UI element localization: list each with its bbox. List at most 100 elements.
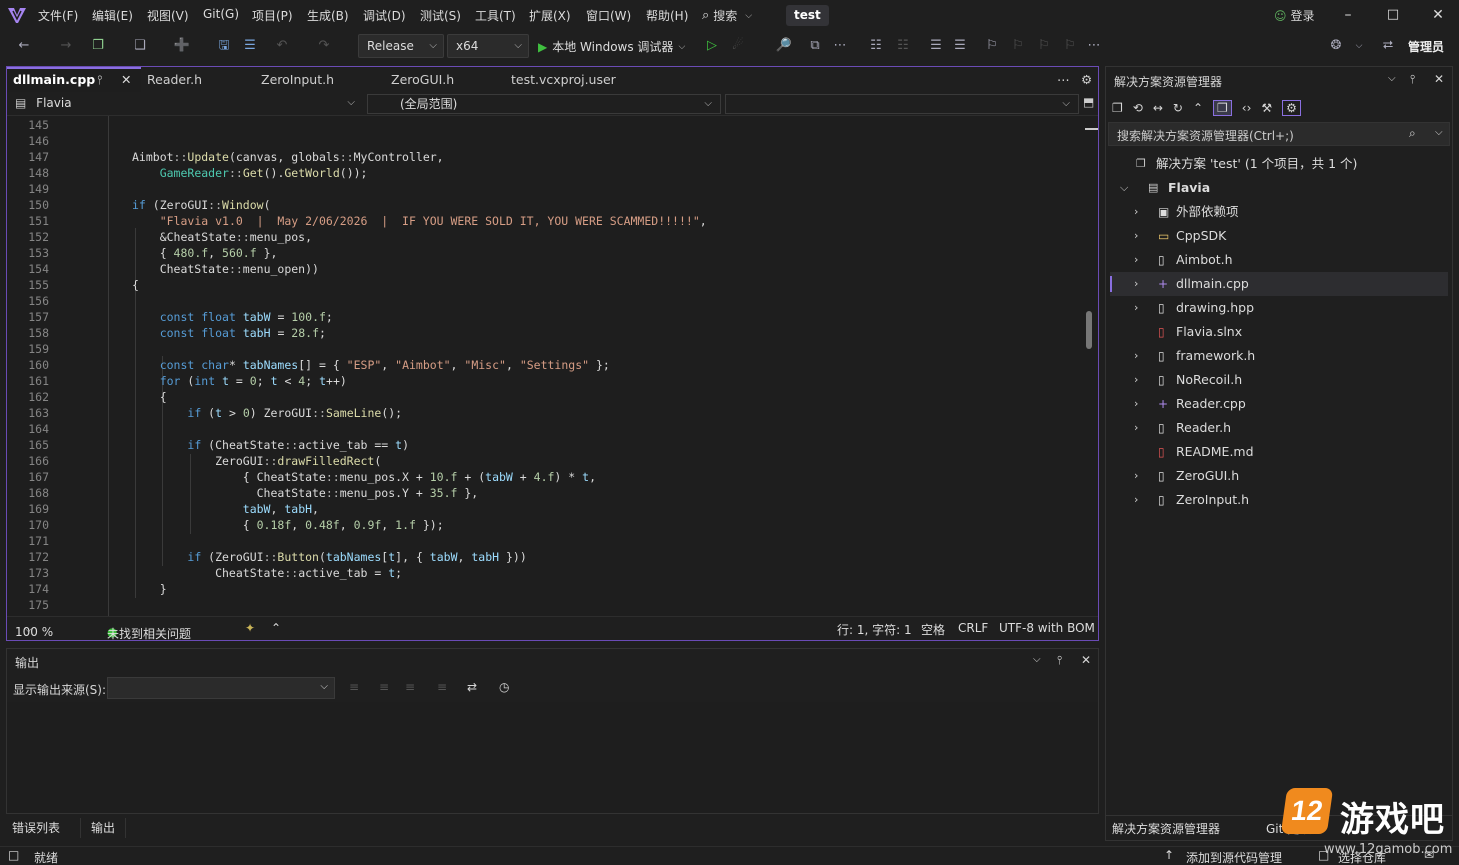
next-bookmark-icon[interactable]: ⚐ (1034, 36, 1054, 56)
chevron-right-icon[interactable]: › (1134, 344, 1138, 368)
bookmark-icon[interactable]: ⚐ (982, 36, 1002, 56)
more-icon[interactable]: ⋯ (830, 36, 850, 56)
collapse-all-icon[interactable]: ⌃ (1193, 101, 1203, 115)
chevron-right-icon[interactable]: › (1134, 488, 1138, 512)
switch-views-icon[interactable]: ↔ (1153, 101, 1163, 115)
configuration-select[interactable]: Release ⌵ (358, 34, 444, 58)
chevron-right-icon[interactable]: › (1134, 368, 1138, 392)
properties-icon[interactable]: ⚒ (1261, 101, 1272, 115)
chevron-right-icon[interactable]: › (1134, 392, 1138, 416)
hot-reload-icon[interactable]: ☄ (728, 36, 748, 56)
menu-help[interactable]: 帮助(H) (646, 7, 688, 24)
vertical-scrollbar[interactable] (1085, 116, 1098, 616)
pin-icon[interactable]: ⫯ (1057, 653, 1062, 668)
chevron-right-icon[interactable]: › (1134, 248, 1138, 272)
find-message-icon[interactable]: ≡ (349, 680, 359, 694)
prev-message-icon[interactable]: ≡ (379, 680, 389, 694)
indentation-mode[interactable]: 空格 (921, 621, 945, 638)
solution-explorer-toggle-icon[interactable]: ⧉ (805, 36, 825, 56)
chevron-down-icon[interactable]: ⌵ (1033, 654, 1041, 665)
copilot-icon[interactable]: ❂ (1326, 36, 1346, 56)
tab-overflow-icon[interactable]: ⋯ (1057, 67, 1070, 92)
tab-zeroinput-h[interactable]: ZeroInput.h (261, 67, 334, 92)
menu-tools[interactable]: 工具(T) (475, 7, 516, 24)
file-encoding[interactable]: UTF-8 with BOM (999, 621, 1095, 635)
chevron-right-icon[interactable]: › (1134, 464, 1138, 488)
close-icon[interactable]: ✕ (1081, 653, 1091, 667)
overflow-icon[interactable]: ⋯ (1084, 36, 1104, 56)
find-in-files-icon[interactable]: 🔎 (774, 36, 794, 56)
tab-error-list[interactable]: 错误列表 (6, 818, 66, 838)
menu-git[interactable]: Git(G) (203, 7, 239, 21)
menu-file[interactable]: 文件(F) (38, 7, 78, 24)
close-icon[interactable]: ✕ (1434, 72, 1444, 86)
menu-view[interactable]: 视图(V) (147, 7, 189, 24)
code-cleanup-icon[interactable]: ✦ (245, 621, 255, 635)
add-item-icon[interactable]: ➕ (172, 36, 192, 56)
indent-icon[interactable]: ☰ (950, 36, 970, 56)
close-window-button[interactable]: ✕ (1423, 4, 1453, 26)
output-source-select[interactable]: ⌵ (107, 677, 335, 699)
chevron-down-icon[interactable]: ⌵ (1120, 176, 1128, 200)
maximize-button[interactable]: □ (1378, 4, 1408, 26)
refresh-icon[interactable]: ↻ (1173, 101, 1183, 115)
project-scope-select[interactable]: ▤ Flavia ⌵ (9, 94, 363, 114)
code-area[interactable]: 145 146 147 148 149 150 151 152 153 154 155 156 157 1… (7, 116, 1098, 616)
tab-zerogui-h[interactable]: ZeroGUI.h (391, 67, 454, 92)
solution-search[interactable]: 搜索解决方案资源管理器(Ctrl+;) ⌕ ⌵ (1108, 122, 1450, 146)
split-editor-icon[interactable]: ⬒ (1083, 95, 1094, 109)
pin-icon[interactable]: ⫯ (1410, 72, 1415, 87)
menu-edit[interactable]: 编辑(E) (92, 7, 133, 24)
chevron-right-icon[interactable]: › (1134, 200, 1138, 224)
chevron-right-icon[interactable]: › (1134, 272, 1138, 296)
sync-view-icon[interactable]: ❐ (1112, 101, 1123, 115)
uncomment-icon[interactable]: ☷ (893, 36, 913, 56)
chevron-up-icon[interactable]: ⌃ (271, 621, 281, 635)
tab-output[interactable]: 输出 (80, 818, 127, 838)
chevron-right-icon[interactable]: › (1134, 224, 1138, 248)
menu-project[interactable]: 项目(P) (252, 7, 293, 24)
output-content[interactable] (7, 702, 1098, 813)
prev-bookmark-icon[interactable]: ⚐ (1008, 36, 1028, 56)
member-select[interactable]: ⌵ (725, 94, 1079, 114)
close-icon[interactable]: ✕ (121, 69, 131, 91)
chevron-down-icon[interactable]: ⌵ (1388, 73, 1396, 84)
add-to-source-control[interactable]: 添加到源代码管理 (1186, 849, 1282, 865)
clear-all-icon[interactable]: ≡ (437, 680, 447, 694)
menu-extensions[interactable]: 扩展(X) (529, 7, 571, 24)
forward-icon[interactable]: → (56, 36, 76, 56)
chevron-right-icon[interactable]: › (1134, 416, 1138, 440)
preview-icon[interactable]: ‹› (1242, 101, 1252, 115)
clock-icon[interactable]: ◷ (499, 680, 509, 694)
history-icon[interactable]: ⟲ (1133, 101, 1143, 115)
undo-icon[interactable]: ↶ (272, 36, 292, 56)
new-project-icon[interactable]: ❐ (88, 36, 108, 56)
settings-gear-icon[interactable]: ⚙ (1081, 67, 1092, 92)
chevron-down-icon[interactable]: ⌵ (1352, 36, 1366, 56)
line-ending[interactable]: CRLF (958, 621, 988, 635)
next-message-icon[interactable]: ≡ (405, 680, 415, 694)
chevron-right-icon[interactable]: › (1134, 296, 1138, 320)
save-all-icon[interactable]: ☰ (240, 36, 260, 56)
tree-item[interactable]: › + dllmain.cpp (1110, 272, 1448, 296)
global-scope-select[interactable]: (全局范围) ⌵ (367, 94, 721, 114)
search-button[interactable]: ⌕ 搜索 ⌵ (702, 7, 752, 24)
start-without-debug-icon[interactable]: ▷ (702, 36, 722, 56)
tab-dllmain[interactable]: dllmain.cpp ⫯ ✕ (7, 67, 141, 92)
redo-icon[interactable]: ↷ (314, 36, 334, 56)
pin-icon[interactable]: ⫯ (97, 69, 102, 91)
tab-solution-explorer[interactable]: 解决方案资源管理器 (1106, 819, 1226, 839)
menu-debug[interactable]: 调试(D) (363, 7, 406, 24)
clear-bookmark-icon[interactable]: ⚐ (1060, 36, 1080, 56)
settings-icon[interactable]: ⚙ (1282, 100, 1301, 116)
comment-icon[interactable]: ☷ (866, 36, 886, 56)
vs-logo-icon[interactable] (6, 5, 28, 25)
tab-reader-h[interactable]: Reader.h (147, 67, 202, 92)
show-all-files-icon[interactable]: ❐ (1213, 100, 1232, 116)
tab-vcxproj-user[interactable]: test.vcxproj.user (511, 67, 616, 92)
cursor-position[interactable]: 行: 1, 字符: 1 (837, 621, 912, 638)
back-icon[interactable]: ← (14, 36, 34, 56)
menu-build[interactable]: 生成(B) (307, 7, 349, 24)
live-share-icon[interactable]: ⮂ (1378, 36, 1398, 56)
output-window-icon[interactable]: □ (8, 848, 19, 862)
